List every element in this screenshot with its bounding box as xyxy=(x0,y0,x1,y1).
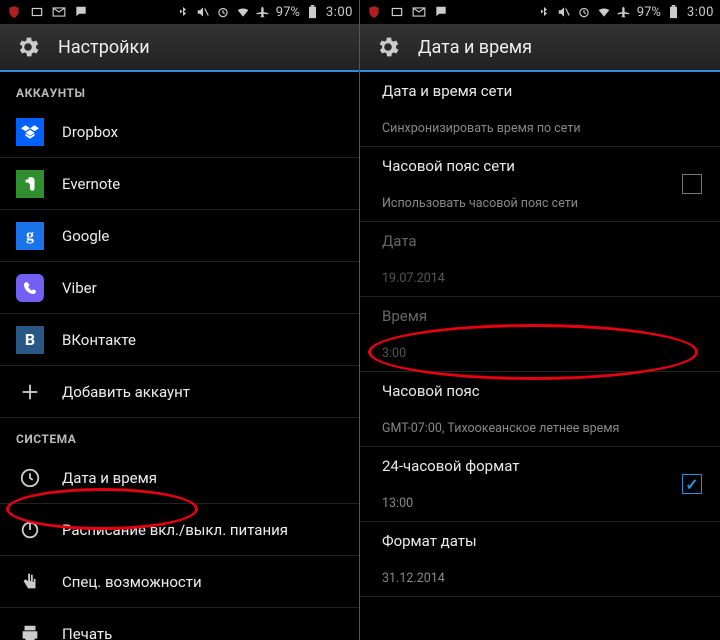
clock-icon xyxy=(16,464,44,492)
evernote-icon xyxy=(16,170,44,198)
bluetooth-icon xyxy=(537,5,551,19)
datetime-header: Дата и время xyxy=(360,24,720,72)
battery-icon xyxy=(306,5,320,19)
section-accounts: АККАУНТЫ xyxy=(0,72,359,106)
mail-icon xyxy=(412,5,426,19)
gear-icon xyxy=(374,33,402,61)
account-google[interactable]: g Google xyxy=(0,210,359,262)
power-icon xyxy=(16,516,44,544)
setting-subtitle: 3:00 xyxy=(382,346,406,361)
setting-subtitle: 19.07.2014 xyxy=(382,271,445,286)
setting-subtitle: 13:00 xyxy=(382,496,413,511)
setting-subtitle: Использовать часовой пояс сети xyxy=(382,196,578,211)
status-bar: 97% 3:00 xyxy=(0,0,359,24)
vk-icon: B xyxy=(16,326,44,354)
mute-icon xyxy=(196,5,210,19)
setting-subtitle: Синхронизировать время по сети xyxy=(382,121,581,136)
viber-icon xyxy=(16,274,44,302)
shield-icon xyxy=(366,4,382,20)
wifi-icon xyxy=(597,5,611,19)
account-vkontakte[interactable]: B ВКонтакте xyxy=(0,314,359,366)
battery-icon xyxy=(667,5,681,19)
add-account[interactable]: Добавить аккаунт xyxy=(0,366,359,418)
account-dropbox[interactable]: Dropbox xyxy=(0,106,359,158)
system-print[interactable]: Печать xyxy=(0,608,359,640)
setting-subtitle: 31.12.2014 xyxy=(382,571,445,586)
google-icon: g xyxy=(16,222,44,250)
account-label: Dropbox xyxy=(62,123,343,141)
account-label: Viber xyxy=(62,279,343,297)
account-label: ВКонтакте xyxy=(62,331,343,349)
setting-label: Часовой пояс сети xyxy=(382,157,515,175)
setting-network-timezone[interactable]: Часовой пояс сети Использовать часовой п… xyxy=(360,147,720,222)
alarm-icon xyxy=(216,5,230,19)
battery-percent: 97% xyxy=(276,5,300,20)
print-icon xyxy=(16,620,44,640)
account-evernote[interactable]: Evernote xyxy=(0,158,359,210)
setting-date-format[interactable]: Формат даты 31.12.2014 xyxy=(360,522,720,597)
datetime-screen: 97% 3:00 Дата и время Дата и время сети … xyxy=(360,0,720,640)
setting-timezone[interactable]: Часовой пояс GMT-07:00, Тихоокеанское ле… xyxy=(360,372,720,447)
hand-icon xyxy=(16,568,44,596)
mute-icon xyxy=(557,5,571,19)
section-system: СИСТЕМА xyxy=(0,418,359,452)
setting-label: 24-часовой формат xyxy=(382,457,519,475)
setting-date[interactable]: Дата 19.07.2014 xyxy=(360,222,720,297)
airplane-icon xyxy=(617,5,631,19)
system-item-label: Спец. возможности xyxy=(62,573,343,591)
sms-icon xyxy=(74,5,88,19)
clock: 3:00 xyxy=(326,5,353,20)
add-account-label: Добавить аккаунт xyxy=(62,383,343,401)
account-label: Evernote xyxy=(62,175,343,193)
gear-icon xyxy=(14,33,42,61)
system-power-schedule[interactable]: Расписание вкл./выкл. питания xyxy=(0,504,359,556)
setting-network-time[interactable]: Дата и время сети Синхронизировать время… xyxy=(360,72,720,147)
system-accessibility[interactable]: Спец. возможности xyxy=(0,556,359,608)
bluetooth-icon xyxy=(176,5,190,19)
system-item-label: Дата и время xyxy=(62,469,343,487)
setting-time[interactable]: Время 3:00 xyxy=(360,297,720,372)
system-date-time[interactable]: Дата и время xyxy=(0,452,359,504)
sms-icon xyxy=(434,5,448,19)
setting-24h-format[interactable]: 24-часовой формат 13:00 xyxy=(360,447,720,522)
checkbox-checked[interactable] xyxy=(682,474,702,494)
setting-label: Время xyxy=(382,307,427,325)
setting-label: Формат даты xyxy=(382,532,477,550)
box-icon xyxy=(390,5,404,19)
setting-label: Дата xyxy=(382,232,417,250)
system-item-label: Печать xyxy=(62,625,343,640)
account-viber[interactable]: Viber xyxy=(0,262,359,314)
wifi-icon xyxy=(236,5,250,19)
box-icon xyxy=(30,5,44,19)
clock: 3:00 xyxy=(687,5,714,20)
shield-icon xyxy=(6,4,22,20)
setting-subtitle: GMT-07:00, Тихоокеанское летнее время xyxy=(382,421,619,436)
setting-label: Дата и время сети xyxy=(382,82,512,100)
mail-icon xyxy=(52,5,66,19)
header-title: Настройки xyxy=(58,37,150,58)
settings-header: Настройки xyxy=(0,24,359,72)
status-bar: 97% 3:00 xyxy=(360,0,720,24)
checkbox[interactable] xyxy=(682,174,702,194)
settings-screen: 97% 3:00 Настройки АККАУНТЫ Dropbox Ever… xyxy=(0,0,360,640)
airplane-icon xyxy=(256,5,270,19)
alarm-icon xyxy=(577,5,591,19)
dropbox-icon xyxy=(16,118,44,146)
battery-percent: 97% xyxy=(637,5,661,20)
system-item-label: Расписание вкл./выкл. питания xyxy=(62,521,343,539)
account-label: Google xyxy=(62,227,343,245)
plus-icon xyxy=(16,378,44,406)
setting-label: Часовой пояс xyxy=(382,382,480,400)
header-title: Дата и время xyxy=(418,37,532,58)
